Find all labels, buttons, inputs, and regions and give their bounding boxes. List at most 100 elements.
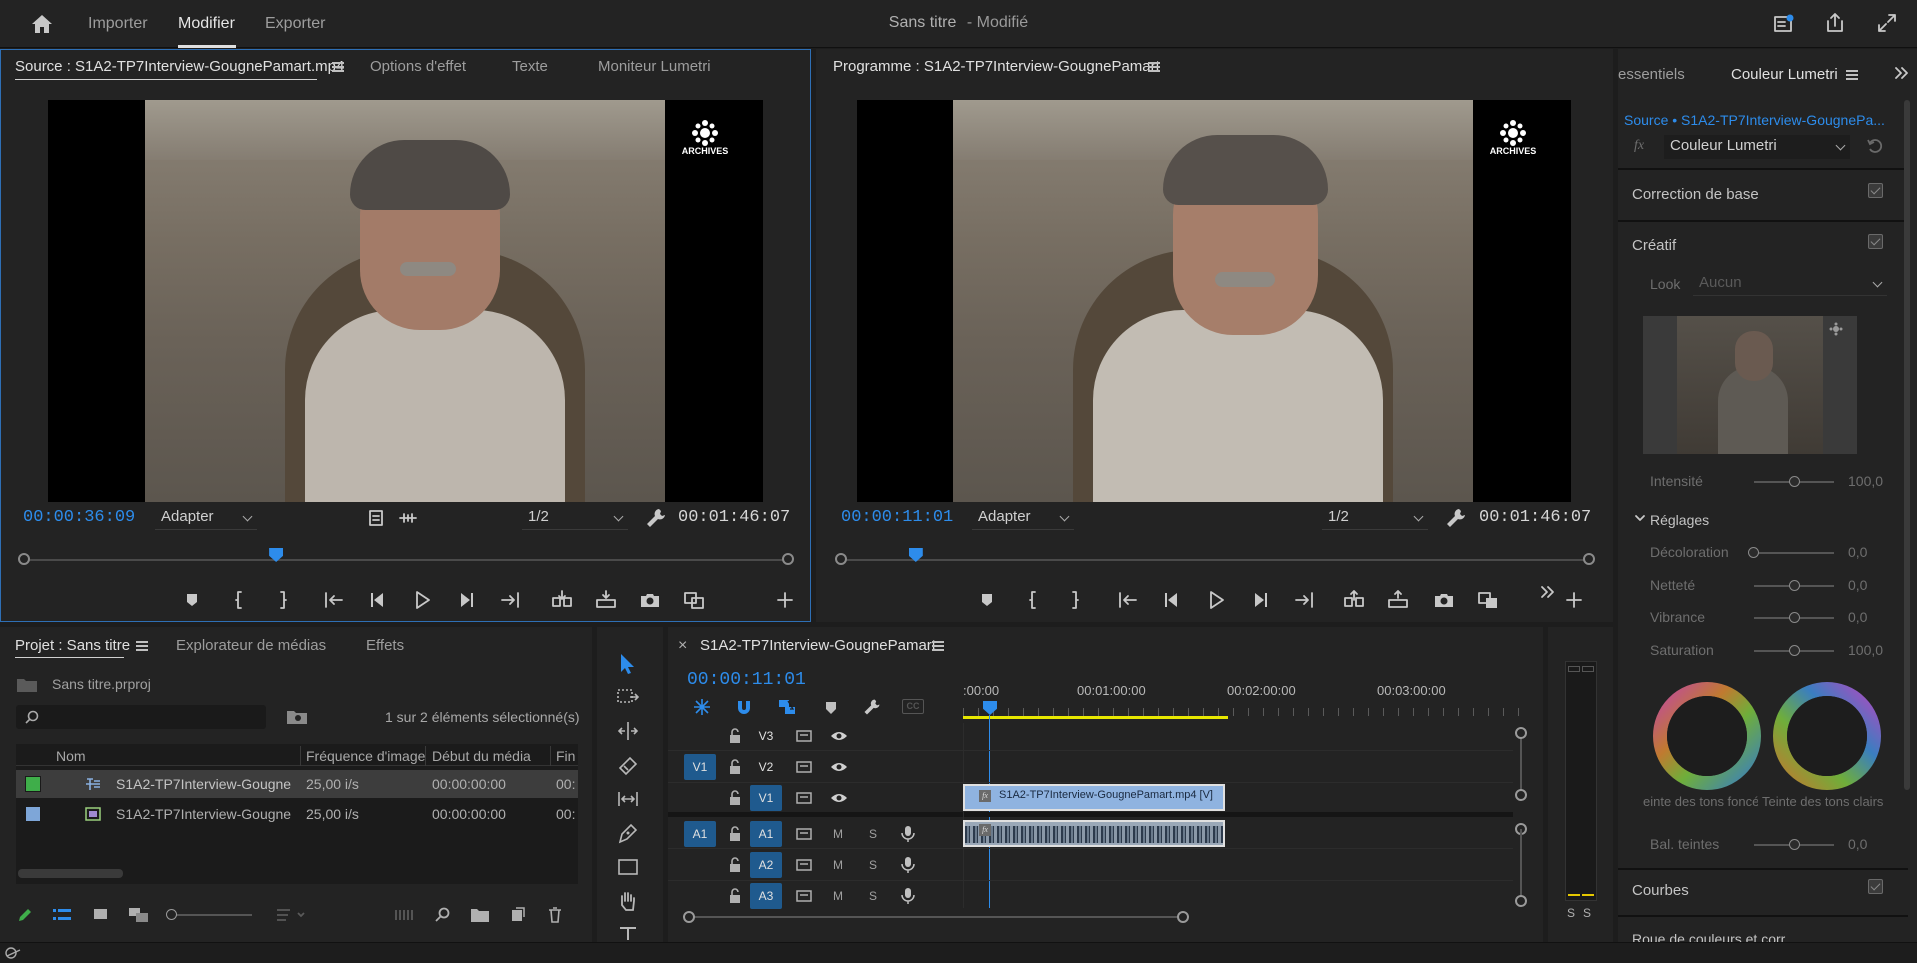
mute-track-button[interactable]: M [833,827,843,841]
section-curves[interactable]: Courbes [1632,882,1689,899]
lock-track-icon[interactable] [728,728,742,744]
lumetri-overflow-icon[interactable] [1893,64,1917,88]
source-step-back-icon[interactable] [366,588,390,612]
notifications-icon[interactable] [1773,14,1795,34]
captions-cc-icon[interactable]: CC [902,699,924,714]
sync-lock-icon[interactable] [796,759,812,775]
program-add-marker-icon[interactable] [975,588,999,612]
zoom-slider[interactable] [166,909,252,921]
adjust-value[interactable]: 0,0 [1848,544,1867,560]
creative-checkbox[interactable] [1868,234,1883,249]
adjust-value[interactable]: 0,0 [1848,577,1867,593]
lock-track-icon[interactable] [728,759,742,775]
track-select-forward-icon[interactable] [616,686,640,708]
program-video-frame[interactable]: ARCHIVES [857,100,1571,502]
workspace-importer[interactable]: Importer [88,15,148,33]
tab-project[interactable]: Projet : Sans titre [15,637,130,654]
program-in-handle[interactable] [835,553,847,565]
work-area-bar[interactable] [963,716,1228,719]
source-go-to-in-icon[interactable] [322,588,346,612]
voiceover-mic-icon[interactable] [900,856,916,874]
program-mark-out-icon[interactable] [1062,588,1086,612]
source-mark-in-icon[interactable] [228,588,252,612]
project-horizontal-scrollbar[interactable] [18,869,123,878]
program-settings-wrench-icon[interactable] [1444,506,1468,530]
program-export-frame-camera-icon[interactable] [1432,588,1456,612]
track-a1[interactable]: A1 [750,821,782,847]
sort-icons-icon[interactable] [276,907,308,923]
source-insert-icon[interactable] [550,588,574,612]
close-sequence-icon[interactable]: × [678,637,687,655]
freeform-view-icon[interactable] [128,906,150,924]
audio-clip[interactable]: fx [963,820,1225,847]
timeline-vertical-scrollbar[interactable] [1514,723,1528,908]
solo-track-button[interactable]: S [869,889,877,903]
automate-to-sequence-icon[interactable] [394,907,414,923]
lumetri-scrollbar[interactable] [1904,100,1910,790]
program-fit-dropdown[interactable]: Adapter [972,506,1074,530]
fullscreen-icon[interactable] [1876,12,1898,34]
source-timecode[interactable]: 00:00:36:09 [23,508,135,527]
lock-track-icon[interactable] [728,826,742,842]
source-resolution-dropdown[interactable]: 1/2 [522,506,628,530]
program-resolution-dropdown[interactable]: 1/2 [1322,506,1428,530]
new-item-icon[interactable] [508,906,526,924]
highlight-tint-wheel[interactable] [1772,681,1882,791]
subsection-adjustments[interactable]: Réglages [1650,512,1709,528]
adjust-slider-knob[interactable] [1748,547,1759,558]
source-fit-dropdown[interactable]: Adapter [155,506,257,530]
column-media-end[interactable]: Fin [556,748,575,764]
tab-program[interactable]: Programme : S1A2-TP7Interview-GougnePama… [833,58,1160,75]
slip-tool-icon[interactable] [616,788,640,810]
new-bin-icon[interactable] [470,907,490,923]
label-color-swatch[interactable] [25,776,41,792]
selection-tool-icon[interactable] [616,652,638,676]
intensity-value[interactable]: 100,0 [1848,473,1883,489]
curves-checkbox[interactable] [1868,879,1883,894]
lock-track-icon[interactable] [728,857,742,873]
adjust-slider[interactable] [1754,552,1834,554]
look-preview-thumbnail[interactable] [1643,316,1857,454]
source-time-ruler[interactable] [18,548,794,568]
tab-lumetri-scopes[interactable]: Moniteur Lumetri [598,58,711,75]
home-icon[interactable] [30,13,54,35]
source-export-frame-icon[interactable] [364,506,388,530]
intensity-slider-knob[interactable] [1789,476,1800,487]
tab-lumetri-color[interactable]: Couleur Lumetri [1731,66,1838,83]
pen-tool-icon[interactable] [616,822,640,844]
source-export-frame-camera-icon[interactable] [638,588,662,612]
ripple-edit-tool-icon[interactable] [616,720,640,742]
sync-lock-icon[interactable] [796,790,812,806]
voiceover-mic-icon[interactable] [900,825,916,843]
type-tool-icon[interactable] [616,924,640,940]
program-timecode[interactable]: 00:00:11:01 [841,508,953,527]
program-mark-in-icon[interactable] [1022,588,1046,612]
program-lift-icon[interactable] [1342,588,1366,612]
tint-balance-knob[interactable] [1789,839,1800,850]
clear-trash-icon[interactable] [546,906,564,924]
lumetri-effect-dropdown[interactable]: Couleur Lumetri [1664,135,1850,159]
tab-effects[interactable]: Effets [366,637,404,654]
list-view-icon[interactable] [52,907,72,923]
lock-track-icon[interactable] [728,888,742,904]
tab-source[interactable]: Source : S1A2-TP7Interview-GougnePamart.… [15,58,344,75]
project-search-input[interactable] [16,705,266,729]
sync-lock-icon[interactable] [796,888,812,904]
meter-solo-right[interactable]: S [1583,906,1591,920]
lumetri-panel-menu-icon[interactable] [1846,70,1858,80]
reset-effect-icon[interactable] [1865,136,1889,160]
program-add-button-icon[interactable] [1564,590,1588,614]
hand-tool-icon[interactable] [616,890,640,912]
source-add-marker-icon[interactable] [180,588,204,612]
source-in-handle[interactable] [18,553,30,565]
source-go-to-out-icon[interactable] [498,588,522,612]
program-extract-icon[interactable] [1386,588,1410,612]
source-play-icon[interactable] [410,588,434,612]
adjust-slider-knob[interactable] [1789,612,1800,623]
column-media-start[interactable]: Début du média [432,748,531,764]
project-row-2[interactable]: S1A2-TP7Interview-Gougne 25,00 i/s 00:00… [16,800,578,828]
solo-track-button[interactable]: S [869,858,877,872]
toggle-output-eye-icon[interactable] [830,760,848,774]
program-time-ruler[interactable] [835,548,1595,568]
program-panel-menu-icon[interactable] [1148,62,1160,72]
